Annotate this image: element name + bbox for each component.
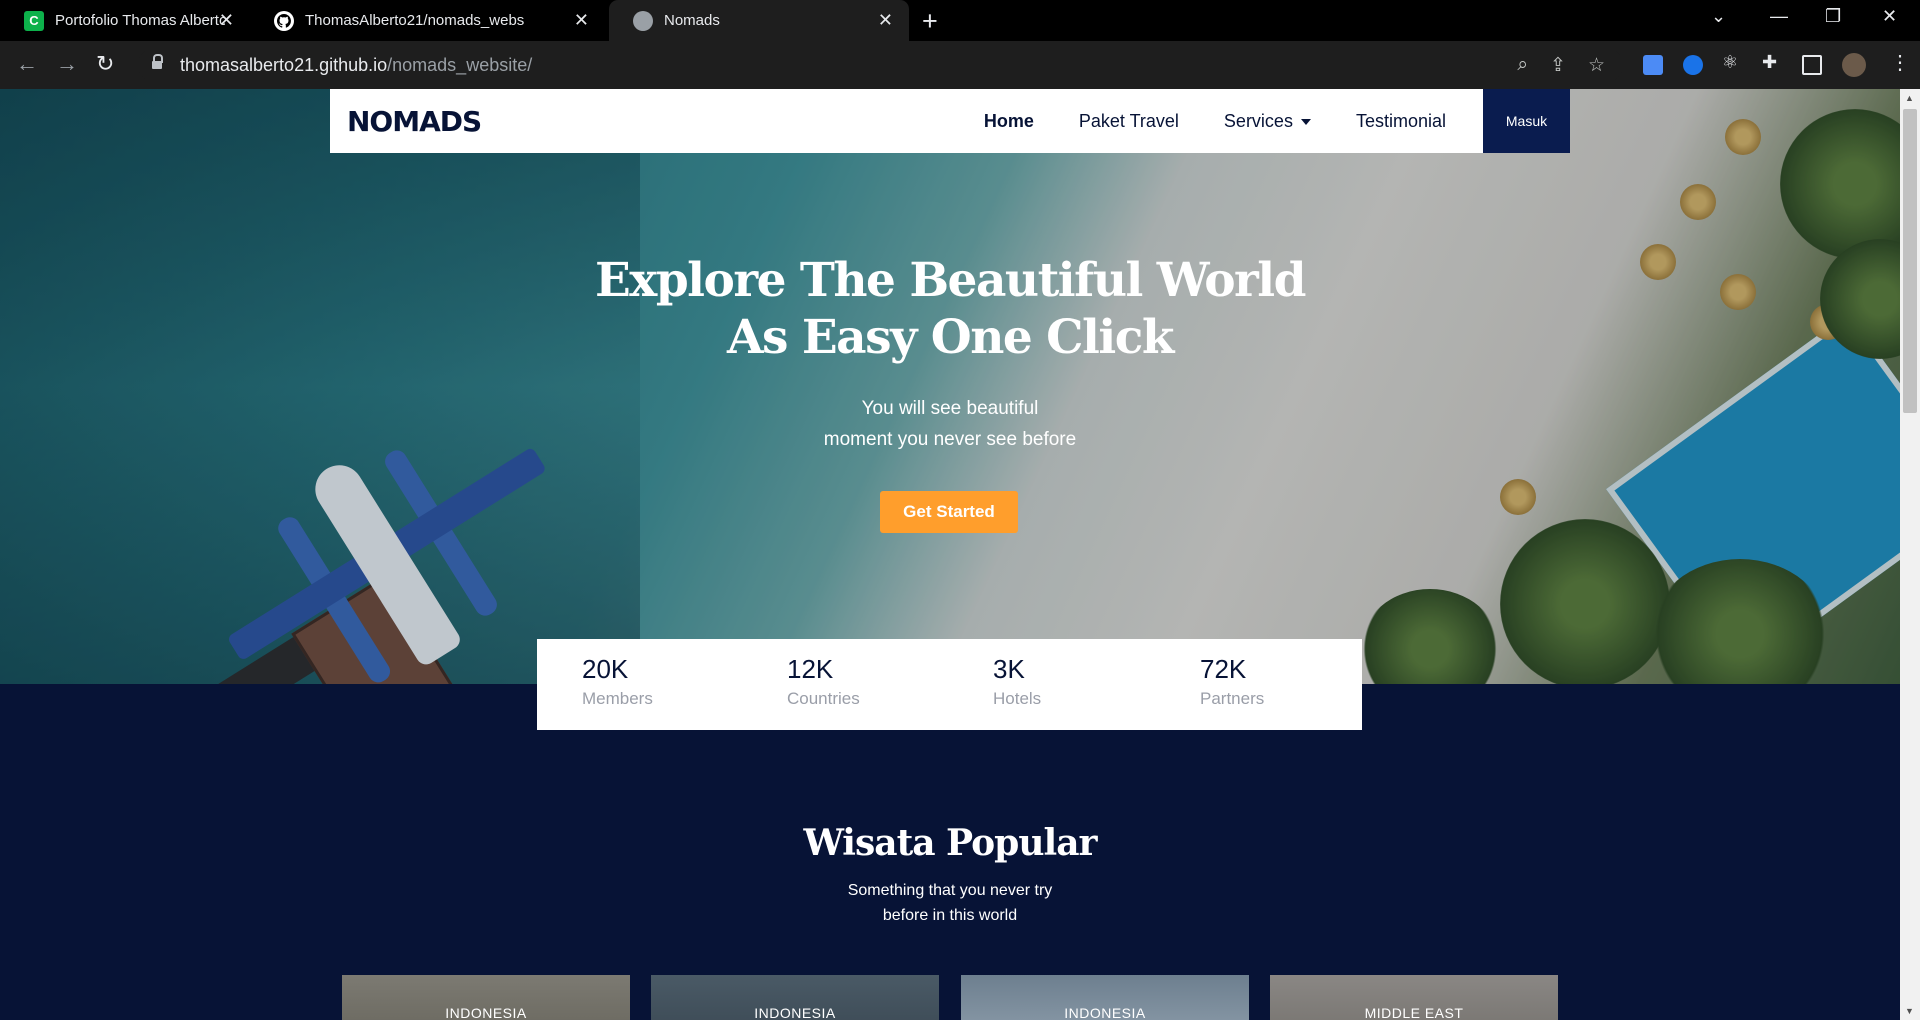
hero-subtitle-line: You will see beautiful bbox=[861, 398, 1039, 419]
omnibox-actions: ⌕ ⇪ ☆ bbox=[1517, 54, 1605, 77]
github-icon bbox=[274, 10, 294, 31]
stat-value: 20K bbox=[582, 654, 629, 684]
tab-title: Portofolio Thomas Alberto | Cake bbox=[55, 12, 225, 29]
popular-title: Wisata Popular bbox=[803, 822, 1098, 864]
menu-icon[interactable]: ⋮ bbox=[1890, 50, 1910, 74]
tab-portfolio[interactable]: C Portofolio Thomas Alberto | Cake ✕ bbox=[0, 0, 250, 41]
close-icon[interactable]: ✕ bbox=[219, 10, 234, 31]
stat-partners: 72K Partners bbox=[1200, 654, 1264, 709]
site-navbar: NOMADS Home Paket Travel Services Testim… bbox=[330, 89, 1570, 153]
popular-subtitle-line: Something that you never try bbox=[847, 882, 1053, 899]
nomads-logo[interactable]: NOMADS bbox=[347, 105, 482, 138]
close-icon[interactable]: ✕ bbox=[878, 10, 893, 31]
card-country: MIDDLE EAST bbox=[1364, 1005, 1464, 1020]
restore-icon[interactable]: ❐ bbox=[1825, 6, 1841, 27]
tab-search-icon[interactable]: ⌄ bbox=[1711, 6, 1726, 27]
forward-icon[interactable]: → bbox=[56, 51, 78, 77]
nav-paket-travel[interactable]: Paket Travel bbox=[1079, 111, 1179, 132]
stat-value: 3K bbox=[993, 654, 1025, 684]
stat-label: Countries bbox=[787, 689, 860, 708]
close-icon[interactable]: ✕ bbox=[574, 10, 589, 31]
tab-title: Nomads bbox=[664, 12, 720, 29]
extensions-icon[interactable]: ✚ bbox=[1762, 52, 1782, 72]
nav-home[interactable]: Home bbox=[984, 111, 1034, 132]
card-country: INDONESIA bbox=[754, 1005, 836, 1020]
stat-countries: 12K Countries bbox=[787, 654, 860, 709]
star-icon[interactable]: ☆ bbox=[1588, 54, 1605, 77]
scrollbar[interactable]: ▲ ▼ bbox=[1900, 89, 1920, 1020]
stat-value: 72K bbox=[1200, 654, 1247, 684]
zoom-icon[interactable]: ⌕ bbox=[1517, 54, 1528, 77]
share-icon[interactable]: ⇪ bbox=[1550, 54, 1566, 77]
stat-value: 12K bbox=[787, 654, 834, 684]
address-bar: ← → ↻ thomasalberto21.github.io/nomads_w… bbox=[0, 41, 1920, 89]
sidepanel-icon[interactable] bbox=[1802, 55, 1822, 75]
destination-card[interactable]: INDONESIA bbox=[651, 975, 939, 1020]
docs-extension-icon[interactable] bbox=[1643, 55, 1663, 75]
tab-nomads[interactable]: Nomads ✕ bbox=[609, 0, 909, 41]
back-icon[interactable]: ← bbox=[16, 51, 38, 77]
avatar[interactable] bbox=[1842, 53, 1866, 77]
tab-bar: C Portofolio Thomas Alberto | Cake ✕ Tho… bbox=[0, 0, 1920, 41]
caret-down-icon bbox=[1300, 118, 1311, 125]
hero-section: Explore The Beautiful World As Easy One … bbox=[0, 89, 1900, 684]
hero-subtitle: You will see beautiful moment you never … bbox=[0, 393, 1900, 455]
lock-icon[interactable] bbox=[152, 54, 163, 71]
extension-icon[interactable] bbox=[1683, 55, 1703, 75]
hero-title-line: Explore The Beautiful World bbox=[594, 253, 1307, 308]
card-country: INDONESIA bbox=[445, 1005, 527, 1020]
stats-box: 20K Members 12K Countries 3K Hotels 72K … bbox=[537, 639, 1362, 730]
stat-label: Partners bbox=[1200, 689, 1265, 708]
nav-services[interactable]: Services bbox=[1224, 111, 1311, 132]
url-field[interactable]: thomasalberto21.github.io/nomads_website… bbox=[138, 47, 1623, 83]
nav-services-label: Services bbox=[1223, 110, 1293, 131]
stat-hotels: 3K Hotels bbox=[993, 654, 1041, 709]
minimize-icon[interactable]: — bbox=[1770, 6, 1788, 27]
stat-members: 20K Members bbox=[582, 654, 653, 709]
hero-overlay bbox=[0, 89, 1900, 684]
card-country: INDONESIA bbox=[1064, 1005, 1146, 1020]
reload-icon[interactable]: ↻ bbox=[96, 51, 114, 77]
canva-icon: C bbox=[24, 10, 44, 31]
close-window-icon[interactable]: ✕ bbox=[1882, 6, 1897, 27]
hero-title-line: As Easy One Click bbox=[727, 310, 1174, 365]
scroll-up-icon[interactable]: ▲ bbox=[1905, 93, 1914, 103]
tab-github[interactable]: ThomasAlberto21/nomads_webs ✕ bbox=[250, 0, 605, 41]
webpage: Explore The Beautiful World As Easy One … bbox=[0, 89, 1900, 1020]
hero-title: Explore The Beautiful World As Easy One … bbox=[0, 252, 1900, 366]
tab-title: ThomasAlberto21/nomads_webs bbox=[305, 12, 525, 29]
hero-subtitle-line: moment you never see before bbox=[823, 429, 1077, 450]
nav-menu: Home Paket Travel Services Testimonial bbox=[984, 89, 1446, 153]
url-host: thomasalberto21.github.io bbox=[180, 54, 388, 75]
stat-label: Hotels bbox=[993, 689, 1042, 708]
scroll-down-icon[interactable]: ▼ bbox=[1905, 1006, 1914, 1016]
scroll-thumb[interactable] bbox=[1903, 109, 1917, 413]
popular-subtitle-line: before in this world bbox=[882, 907, 1018, 924]
destination-card[interactable]: MIDDLE EAST bbox=[1270, 975, 1558, 1020]
globe-icon bbox=[633, 10, 653, 31]
stat-label: Members bbox=[582, 689, 653, 708]
nav-testimonial[interactable]: Testimonial bbox=[1356, 111, 1446, 132]
url-path: /nomads_website/ bbox=[387, 54, 533, 75]
new-tab-icon[interactable]: + bbox=[922, 6, 938, 37]
get-started-button[interactable]: Get Started bbox=[880, 491, 1018, 533]
react-icon[interactable]: ⚛ bbox=[1722, 52, 1742, 72]
masuk-button[interactable]: Masuk bbox=[1483, 89, 1570, 153]
destination-card[interactable]: INDONESIA bbox=[961, 975, 1249, 1020]
destination-card[interactable]: INDONESIA bbox=[342, 975, 630, 1020]
popular-subtitle: Something that you never try before in t… bbox=[0, 878, 1900, 928]
